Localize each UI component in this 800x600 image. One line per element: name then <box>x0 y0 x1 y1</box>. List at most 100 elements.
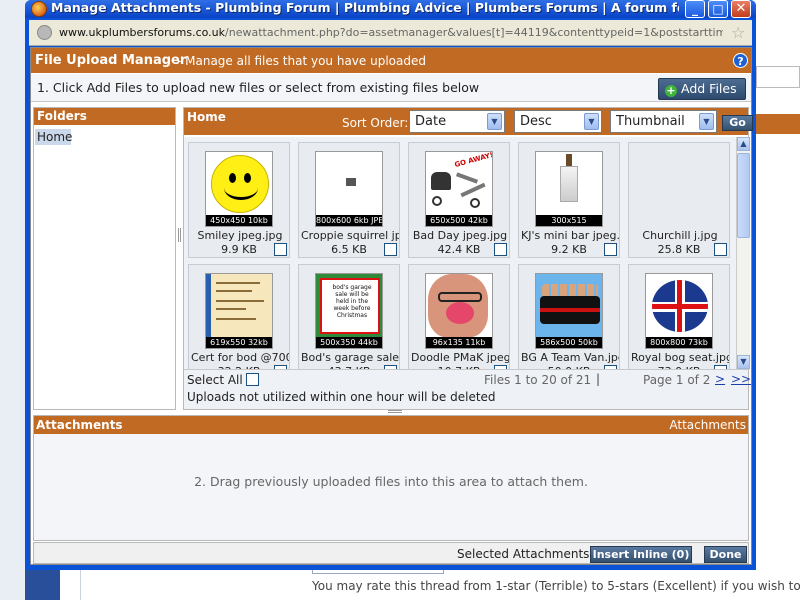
file-select-checkbox[interactable] <box>274 243 287 256</box>
maximize-button[interactable]: □ <box>708 0 728 18</box>
file-thumbnail[interactable]: 800x600 6kb JPEG <box>315 151 383 227</box>
help-icon[interactable]: ? <box>733 53 748 68</box>
mini-bar-image <box>560 166 578 202</box>
file-tile[interactable]: Churchill j.jpg 25.8 KB <box>628 142 730 258</box>
file-name: Bod's garage sale jpeg.jpg <box>301 351 399 364</box>
file-tile[interactable]: 619x550 32kbCert for bod @7000 jpeg.jpg3… <box>188 264 290 369</box>
folder-item-home[interactable]: Home <box>35 129 72 145</box>
step1-bar: 1. Click Add Files to upload new files o… <box>31 74 751 102</box>
thumbnail-dimensions: 96x135 11kb <box>426 337 492 348</box>
chevron-down-icon: ▼ <box>487 113 502 130</box>
nose-shape <box>446 302 474 324</box>
file-tile[interactable]: 450x450 10kb Smiley jpeg.jpg 9.9 KB <box>188 142 290 258</box>
home-title: Home <box>187 110 226 124</box>
thumbnail-dimensions: 450x450 10kb <box>206 215 272 226</box>
file-thumbnail[interactable]: 800x800 73kb <box>645 273 713 349</box>
select-all-label: Select All <box>187 373 243 387</box>
folders-header: Folders <box>34 108 175 125</box>
bookmark-star-icon[interactable]: ☆ <box>731 23 745 42</box>
van-stripe-shape <box>540 308 600 312</box>
text-line <box>216 282 260 284</box>
step1-text: 1. Click Add Files to upload new files o… <box>37 80 480 95</box>
attachments-popup-window: Manage Attachments - Plumbing Forum | Pl… <box>25 0 756 570</box>
bar-top-shape <box>566 154 572 166</box>
file-select-checkbox[interactable] <box>714 243 727 256</box>
wheel-shape <box>432 196 442 206</box>
file-grid-footer: Select All Files 1 to 20 of 21 | Page 1 … <box>184 369 751 409</box>
file-grid: 450x450 10kb Smiley jpeg.jpg 9.9 KB 800x600… <box>184 137 736 369</box>
close-button[interactable]: ✕ <box>731 0 751 18</box>
rate-thread-text: You may rate this thread from 1-star (Te… <box>312 579 800 593</box>
sort-field-select[interactable]: Date ▼ <box>409 110 505 133</box>
file-thumbnail[interactable]: 586x500 50kb <box>535 273 603 349</box>
bottom-action-bar: Selected Attachments: Insert Inline (0) … <box>33 542 749 564</box>
selected-attachments-label: Selected Attachments: <box>457 547 594 561</box>
text-line <box>216 290 252 292</box>
attachments-link[interactable]: Attachments <box>669 418 746 432</box>
url-text[interactable]: www.ukplumbersforums.co.uk/newattachment… <box>59 26 723 39</box>
pram-shape <box>431 172 451 190</box>
file-thumbnail[interactable]: 300x515 <box>535 151 603 227</box>
file-tile[interactable]: 300x515KJ's mini bar jpeg.jpg9.2 KB <box>518 142 620 258</box>
insert-inline-button[interactable]: Insert Inline (0) <box>590 546 692 563</box>
doodle-face-image <box>428 274 488 338</box>
file-tile[interactable]: 800x800 73kbRoyal bog seat.jpg73.0 KB <box>628 264 730 369</box>
file-select-checkbox[interactable] <box>384 243 397 256</box>
certificate-band <box>206 274 211 338</box>
file-name: KJ's mini bar jpeg.jpg <box>521 229 619 242</box>
home-panel: Home Sort Order: Date ▼ Desc ▼ Thumbnail ▼ … <box>183 107 753 410</box>
file-thumbnail[interactable]: 450x450 10kb <box>205 151 273 227</box>
plus-icon: + <box>665 84 677 97</box>
file-name: Cert for bod @7000 jpeg.jpg <box>191 351 289 364</box>
file-thumbnail[interactable]: 96x135 11kb <box>425 273 493 349</box>
certificate-image <box>206 274 272 338</box>
file-name: Bad Day jpeg.jpg <box>412 229 508 242</box>
thumbnail-dimensions: 500x350 44kb <box>316 337 382 348</box>
file-tile[interactable]: 586x500 50kbBG A Team Van.jpg50.0 KB <box>518 264 620 369</box>
minimize-button[interactable]: _ <box>685 0 705 18</box>
attachments-header: Attachments Attachments <box>34 416 748 434</box>
select-all-checkbox[interactable] <box>246 373 259 386</box>
file-name: Smiley jpeg.jpg <box>197 229 283 242</box>
next-page-link[interactable]: > <box>715 372 725 386</box>
globe-icon <box>37 25 52 40</box>
scroll-down-arrow-icon[interactable]: ▼ <box>737 355 750 369</box>
vertical-splitter-handle[interactable] <box>178 228 181 242</box>
file-tile[interactable]: 800x600 6kb JPEG Croppie squirrel jpeg.jp… <box>298 142 400 258</box>
add-files-button[interactable]: + Add Files <box>658 78 746 100</box>
address-bar[interactable]: www.ukplumbersforums.co.uk/newattachment… <box>29 20 752 46</box>
scroll-up-arrow-icon[interactable]: ▲ <box>737 137 750 151</box>
background-header-strip <box>756 114 800 134</box>
file-thumbnail[interactable]: 619x550 32kb <box>205 273 273 349</box>
file-tile[interactable]: GO AWAY! 650x500 42kb Bad Day jpeg.jpg 42.4… <box>408 142 510 258</box>
file-tile[interactable]: bod's garage sale will be held in the we… <box>298 264 400 369</box>
drag-hint: 2. Drag previously uploaded files into t… <box>194 474 588 489</box>
files-count: Files 1 to 20 of 21 <box>484 373 592 387</box>
file-thumbnail[interactable]: GO AWAY! 650x500 42kb <box>425 151 493 227</box>
scrollbar-thumb[interactable] <box>737 153 750 238</box>
title-bar[interactable]: Manage Attachments - Plumbing Forum | Pl… <box>25 0 756 18</box>
last-page-link[interactable]: >> <box>731 372 751 386</box>
union-jack-seat-image <box>652 280 708 332</box>
go-button[interactable]: Go <box>722 115 753 131</box>
file-grid-scrollbar[interactable]: ▲ ▼ <box>736 137 750 369</box>
go-away-text: GO AWAY! <box>453 151 493 169</box>
thumbnail-dimensions: 650x500 42kb <box>426 215 492 226</box>
attachments-panel[interactable]: Attachments Attachments 2. Drag previous… <box>33 415 749 541</box>
manager-subtitle: - Manage all files that you have uploade… <box>177 54 426 68</box>
wheel-shape <box>470 198 480 208</box>
view-mode-select[interactable]: Thumbnail ▼ <box>610 110 717 133</box>
thumbnail-dimensions: 300x515 <box>536 215 602 226</box>
file-name: Doodle PMaK jpeg.jpg <box>411 351 509 364</box>
sort-field-value: Date <box>415 114 447 129</box>
sort-direction-select[interactable]: Desc ▼ <box>514 110 602 133</box>
done-button[interactable]: Done <box>704 546 747 563</box>
file-select-checkbox[interactable] <box>604 243 617 256</box>
background-input <box>756 66 800 88</box>
horizontal-splitter-handle[interactable] <box>388 410 402 413</box>
file-thumbnail[interactable]: bod's garage sale will be held in the we… <box>315 273 383 349</box>
file-tile[interactable]: 96x135 11kbDoodle PMaK jpeg.jpg10.7 KB <box>408 264 510 369</box>
file-select-checkbox[interactable] <box>494 243 507 256</box>
thumbnail-dimensions: 800x600 6kb JPEG <box>316 215 382 226</box>
poster-inner: bod's garage sale will be held in the we… <box>320 278 380 334</box>
